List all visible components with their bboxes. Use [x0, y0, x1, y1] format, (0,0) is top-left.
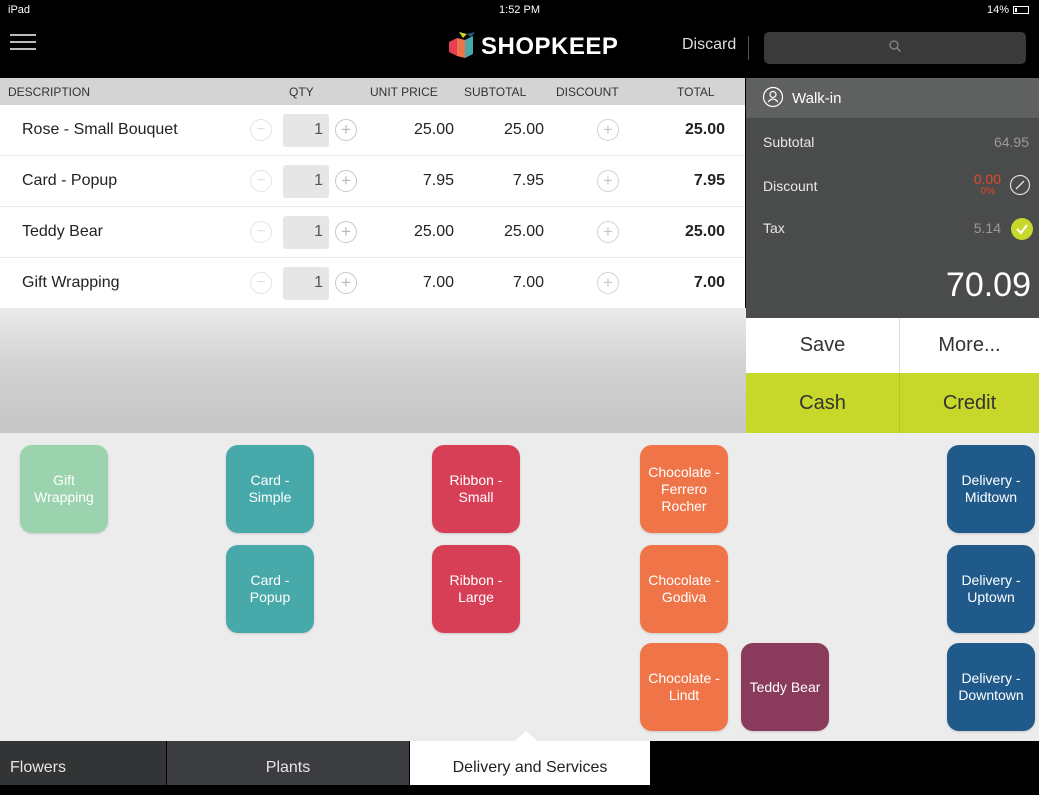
column-header-subtotal: SUBTOTAL	[464, 85, 527, 99]
qty-field[interactable]: 1	[283, 165, 329, 198]
search-input[interactable]	[764, 32, 1026, 64]
tab-flowers[interactable]: Flowers	[0, 741, 166, 785]
product-grid: Gift Wrapping Card - Simple Ribbon - Sma…	[0, 433, 1039, 741]
product-tile[interactable]: Ribbon - Large	[432, 545, 520, 633]
tax-enabled-check-icon[interactable]	[1011, 218, 1033, 240]
subtotal-value: 64.95	[993, 134, 1029, 150]
product-tile[interactable]: Chocolate - Godiva	[640, 545, 728, 633]
product-tile[interactable]: Teddy Bear	[741, 643, 829, 731]
increase-qty-icon[interactable]: +	[335, 119, 357, 141]
line-total: 7.95	[693, 172, 725, 189]
table-header: DESCRIPTION QTY UNIT PRICE SUBTOTAL DISC…	[0, 78, 745, 105]
customer-icon	[762, 86, 784, 108]
decrease-qty-icon[interactable]: −	[250, 272, 272, 294]
table-row[interactable]: Gift Wrapping − 1 + 7.00 7.00 + 7.00	[0, 258, 745, 309]
table-row[interactable]: Teddy Bear − 1 + 25.00 25.00 + 25.00	[0, 207, 745, 258]
increase-qty-icon[interactable]: +	[335, 170, 357, 192]
table-row[interactable]: Rose - Small Bouquet − 1 + 25.00 25.00 +…	[0, 105, 745, 156]
line-total: 25.00	[684, 223, 725, 240]
unit-price: 7.00	[422, 274, 454, 291]
grand-total: 70.09	[945, 266, 1031, 304]
more-button[interactable]: More...	[900, 318, 1039, 373]
order-table: DESCRIPTION QTY UNIT PRICE SUBTOTAL DISC…	[0, 78, 745, 309]
product-tile[interactable]: Card - Simple	[226, 445, 314, 533]
subtotal: 25.00	[503, 223, 544, 240]
cash-button[interactable]: Cash	[746, 373, 900, 433]
product-tile[interactable]: Delivery - Midtown	[947, 445, 1035, 533]
product-tile[interactable]: Chocolate - Lindt	[640, 643, 728, 731]
discard-button[interactable]: Discard	[682, 36, 736, 54]
tab-plants[interactable]: Plants	[167, 741, 409, 785]
add-discount-icon[interactable]: +	[597, 272, 619, 294]
table-row[interactable]: Card - Popup − 1 + 7.95 7.95 + 7.95	[0, 156, 745, 207]
add-discount-icon[interactable]: +	[597, 119, 619, 141]
column-header-discount: DISCOUNT	[556, 85, 619, 99]
line-total: 25.00	[684, 121, 725, 138]
empty-order-area	[0, 308, 746, 433]
subtotal: 7.00	[512, 274, 544, 291]
tax-label: Tax	[763, 220, 785, 236]
order-summary-panel: Walk-in Subtotal 64.95 Discount 0.00 0% …	[746, 78, 1039, 318]
top-bar: SHOPKEEP Discard	[0, 20, 1039, 78]
tax-value: 5.14	[973, 220, 1001, 236]
column-header-qty: QTY	[289, 85, 314, 99]
product-tile[interactable]: Chocolate - Ferrero Rocher	[640, 445, 728, 533]
qty-field[interactable]: 1	[283, 114, 329, 147]
add-discount-icon[interactable]: +	[597, 221, 619, 243]
battery-indicator: 14%	[987, 4, 1029, 16]
product-tile[interactable]: Delivery - Downtown	[947, 643, 1035, 731]
unit-price: 25.00	[413, 121, 454, 138]
discount-percent: 0%	[980, 186, 995, 197]
subtotal: 7.95	[512, 172, 544, 189]
product-tile[interactable]: Gift Wrapping	[20, 445, 108, 533]
qty-field[interactable]: 1	[283, 216, 329, 249]
add-discount-icon[interactable]: +	[597, 170, 619, 192]
save-button[interactable]: Save	[746, 318, 900, 373]
customer-selector[interactable]: Walk-in	[746, 78, 1039, 118]
unit-price: 7.95	[422, 172, 454, 189]
line-total: 7.00	[693, 274, 725, 291]
item-description: Rose - Small Bouquet	[22, 121, 178, 138]
unit-price: 25.00	[413, 223, 454, 240]
decrease-qty-icon[interactable]: −	[250, 119, 272, 141]
column-header-total: TOTAL	[677, 85, 715, 99]
tab-delivery-and-services[interactable]: Delivery and Services	[410, 741, 650, 785]
product-tile[interactable]: Delivery - Uptown	[947, 545, 1035, 633]
battery-percent: 14%	[986, 4, 1009, 16]
clock: 1:52 PM	[499, 4, 540, 16]
edit-discount-icon[interactable]	[1009, 174, 1031, 196]
item-description: Gift Wrapping	[22, 274, 120, 291]
column-header-unit-price: UNIT PRICE	[370, 85, 438, 99]
status-bar: iPad 1:52 PM 14%	[0, 0, 1039, 20]
decrease-qty-icon[interactable]: −	[250, 221, 272, 243]
increase-qty-icon[interactable]: +	[335, 221, 357, 243]
credit-button[interactable]: Credit	[900, 373, 1039, 433]
hamburger-menu-icon[interactable]	[10, 34, 36, 56]
shopkeep-logo-icon	[449, 32, 475, 58]
search-icon	[889, 40, 901, 52]
battery-icon	[1013, 6, 1029, 15]
qty-field[interactable]: 1	[283, 267, 329, 300]
customer-name: Walk-in	[792, 90, 842, 107]
active-tab-indicator	[514, 731, 538, 742]
subtotal: 25.00	[503, 121, 544, 138]
item-description: Card - Popup	[22, 172, 118, 189]
product-tile[interactable]: Ribbon - Small	[432, 445, 520, 533]
column-header-description: DESCRIPTION	[8, 85, 91, 99]
subtotal-label: Subtotal	[763, 134, 815, 150]
product-tile[interactable]: Card - Popup	[226, 545, 314, 633]
discount-value: 0.00	[973, 171, 1001, 187]
decrease-qty-icon[interactable]: −	[250, 170, 272, 192]
brand-name: SHOPKEEP	[481, 33, 619, 60]
divider	[748, 36, 749, 60]
discount-label: Discount	[763, 178, 818, 194]
item-description: Teddy Bear	[22, 223, 103, 240]
category-tabs: Flowers Plants Delivery and Services	[0, 741, 1039, 785]
increase-qty-icon[interactable]: +	[335, 272, 357, 294]
